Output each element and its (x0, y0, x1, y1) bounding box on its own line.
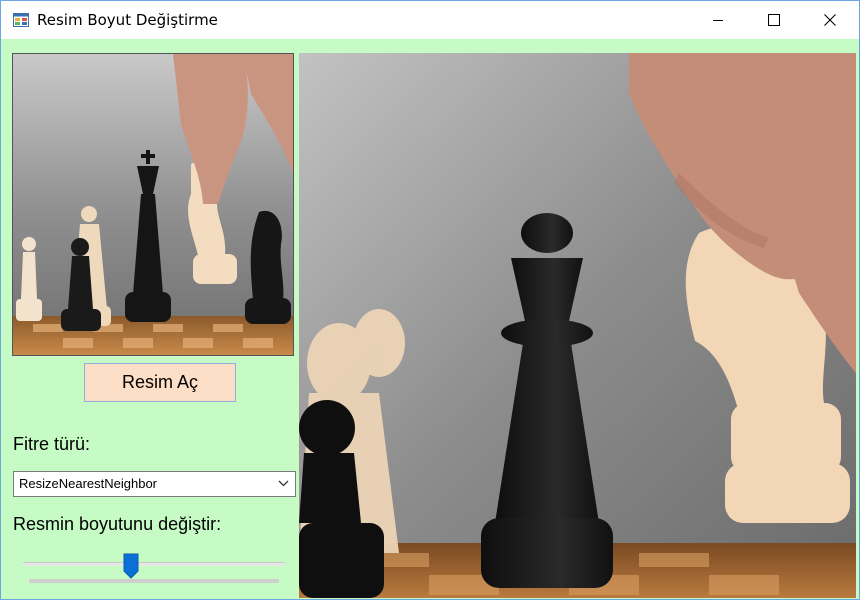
chess-photo-resized (299, 53, 856, 598)
window-title: Resim Boyut Değiştirme (37, 11, 218, 29)
resized-image-picturebox (299, 53, 856, 598)
maximize-icon (768, 14, 780, 26)
chess-photo-thumbnail (13, 54, 293, 355)
maximize-button[interactable] (751, 1, 797, 39)
minimize-icon (713, 20, 723, 21)
app-form-icon (13, 13, 29, 27)
close-icon (824, 14, 836, 26)
minimize-button[interactable] (695, 1, 741, 39)
app-window: Resim Boyut Değiştirme Resim Aç Fitre tü… (0, 0, 860, 600)
filter-type-select[interactable]: ResizeNearestNeighbor (13, 471, 296, 497)
resize-slider-ticks (29, 579, 279, 583)
close-button[interactable] (807, 1, 853, 39)
title-bar[interactable]: Resim Boyut Değiştirme (1, 1, 859, 39)
chevron-down-icon (278, 480, 289, 487)
filter-type-label: Fitre türü: (13, 434, 91, 454)
open-image-button[interactable]: Resim Aç (84, 363, 236, 402)
resize-slider-track[interactable] (23, 562, 285, 566)
original-image-picturebox (12, 53, 294, 356)
client-area: Resim Aç Fitre türü: ResizeNearestNeighb… (1, 39, 859, 599)
resize-label: Resmin boyutunu değiştir: (13, 514, 222, 534)
filter-type-value: ResizeNearestNeighbor (19, 476, 158, 491)
resize-slider-thumb[interactable] (123, 553, 139, 579)
